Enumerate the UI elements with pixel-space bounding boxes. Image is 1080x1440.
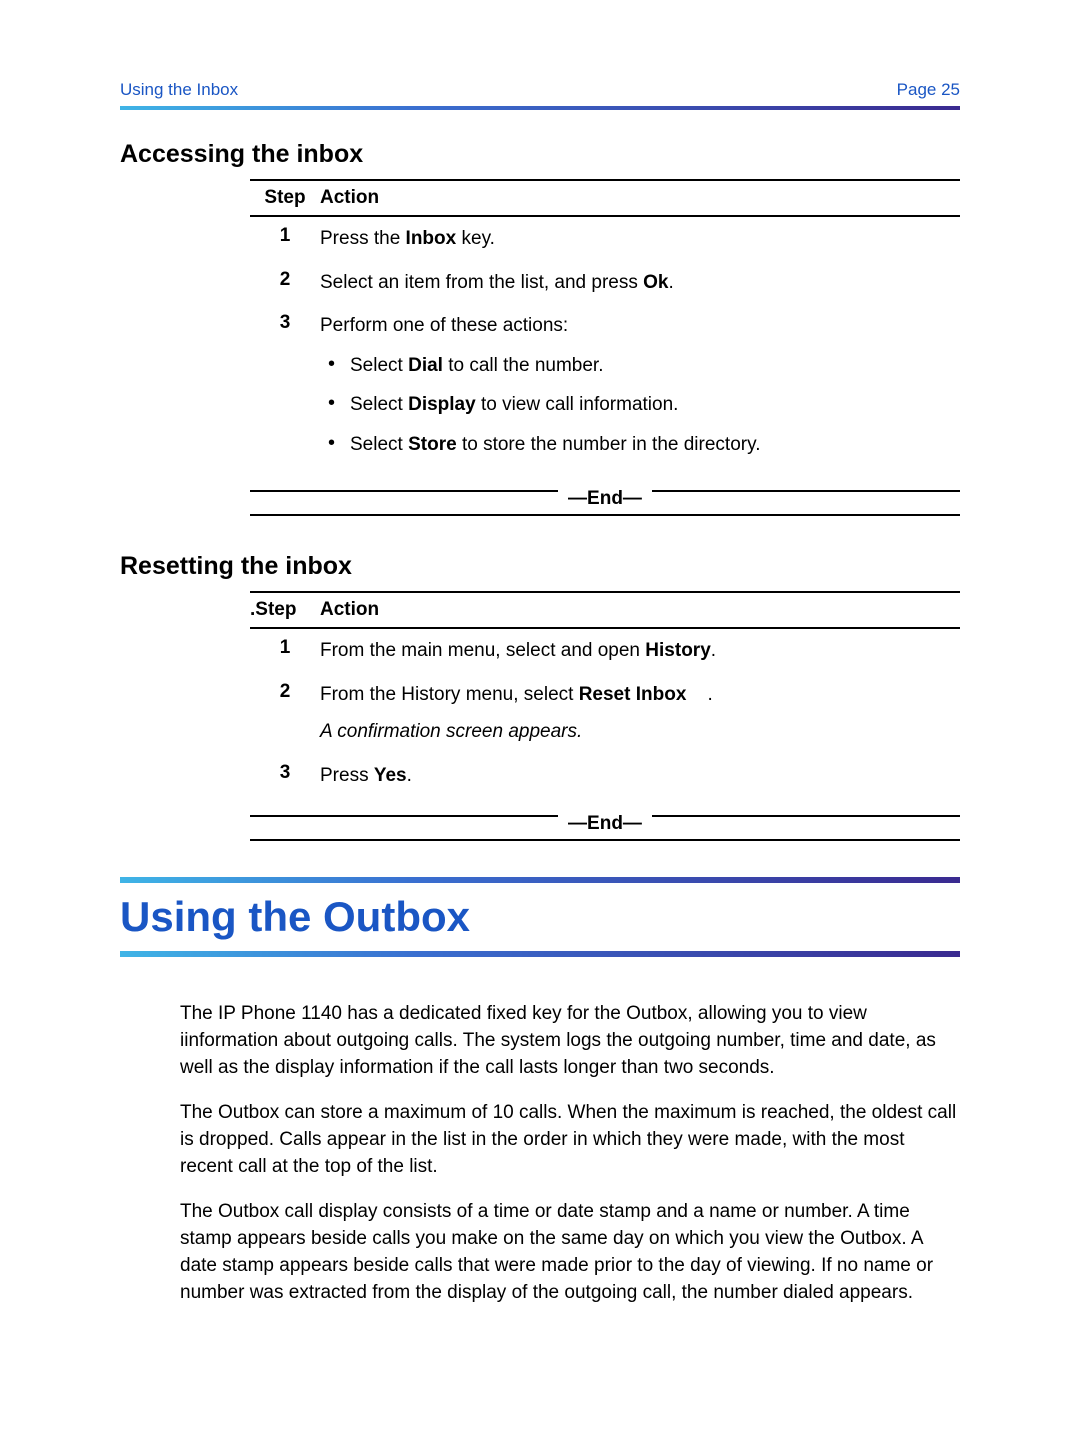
list-item: Select Dial to call the number. (320, 346, 960, 386)
header-right: Page 25 (897, 80, 960, 100)
step-body: Perform one of these actions: Select Dia… (320, 312, 960, 464)
step-body: From the History menu, select Reset Inbo… (320, 681, 960, 746)
chapter-title: Using the Outbox (120, 893, 960, 941)
steps-accessing: Step Action 1 Press the Inbox key. 2 Sel… (250, 179, 960, 516)
table-header: .Step Action (250, 593, 960, 627)
header-rule (120, 106, 960, 110)
step-body: Select an item from the list, and press … (320, 269, 960, 297)
table-row: 3 Press Yes. (250, 754, 960, 798)
table-row: 3 Perform one of these actions: Select D… (250, 304, 960, 472)
end-label: —End— (558, 813, 652, 835)
table-row: 2 Select an item from the list, and pres… (250, 261, 960, 305)
end-rule (250, 514, 960, 516)
section-title-accessing: Accessing the inbox (120, 140, 960, 169)
table-header: Step Action (250, 181, 960, 215)
end-marker: —End— (250, 490, 960, 516)
step-number: 2 (250, 269, 320, 297)
list-item: Select Display to view call information. (320, 385, 960, 425)
col-step-header: Step (250, 187, 320, 209)
col-action-header: Action (320, 599, 960, 621)
end-label: —End— (558, 488, 652, 510)
step-number: 1 (250, 225, 320, 253)
paragraph: The Outbox can store a maximum of 10 cal… (180, 1100, 960, 1181)
chapter-rule-top (120, 877, 960, 883)
bullet-list: Select Dial to call the number. Select D… (320, 346, 960, 465)
step-number: 3 (250, 312, 320, 464)
running-header: Using the Inbox Page 25 (120, 80, 960, 100)
page: Using the Inbox Page 25 Accessing the in… (0, 0, 1080, 1367)
table-row: 1 From the main menu, select and open Hi… (250, 629, 960, 673)
step-number: 3 (250, 762, 320, 790)
step-number: 1 (250, 637, 320, 665)
step-body: Press Yes. (320, 762, 960, 790)
step-number: 2 (250, 681, 320, 746)
end-rule (250, 839, 960, 841)
paragraph: The Outbox call display consists of a ti… (180, 1199, 960, 1307)
step-note: A confirmation screen appears. (320, 718, 960, 746)
list-item: Select Store to store the number in the … (320, 425, 960, 465)
step-body: From the main menu, select and open Hist… (320, 637, 960, 665)
steps-resetting: .Step Action 1 From the main menu, selec… (250, 591, 960, 841)
paragraph: The IP Phone 1140 has a dedicated fixed … (180, 1001, 960, 1082)
step-body: Press the Inbox key. (320, 225, 960, 253)
table-row: 1 Press the Inbox key. (250, 217, 960, 261)
end-marker: —End— (250, 815, 960, 841)
col-step-header: .Step (250, 599, 320, 621)
section-title-resetting: Resetting the inbox (120, 552, 960, 581)
col-action-header: Action (320, 187, 960, 209)
header-left: Using the Inbox (120, 80, 238, 100)
table-row: 2 From the History menu, select Reset In… (250, 673, 960, 754)
